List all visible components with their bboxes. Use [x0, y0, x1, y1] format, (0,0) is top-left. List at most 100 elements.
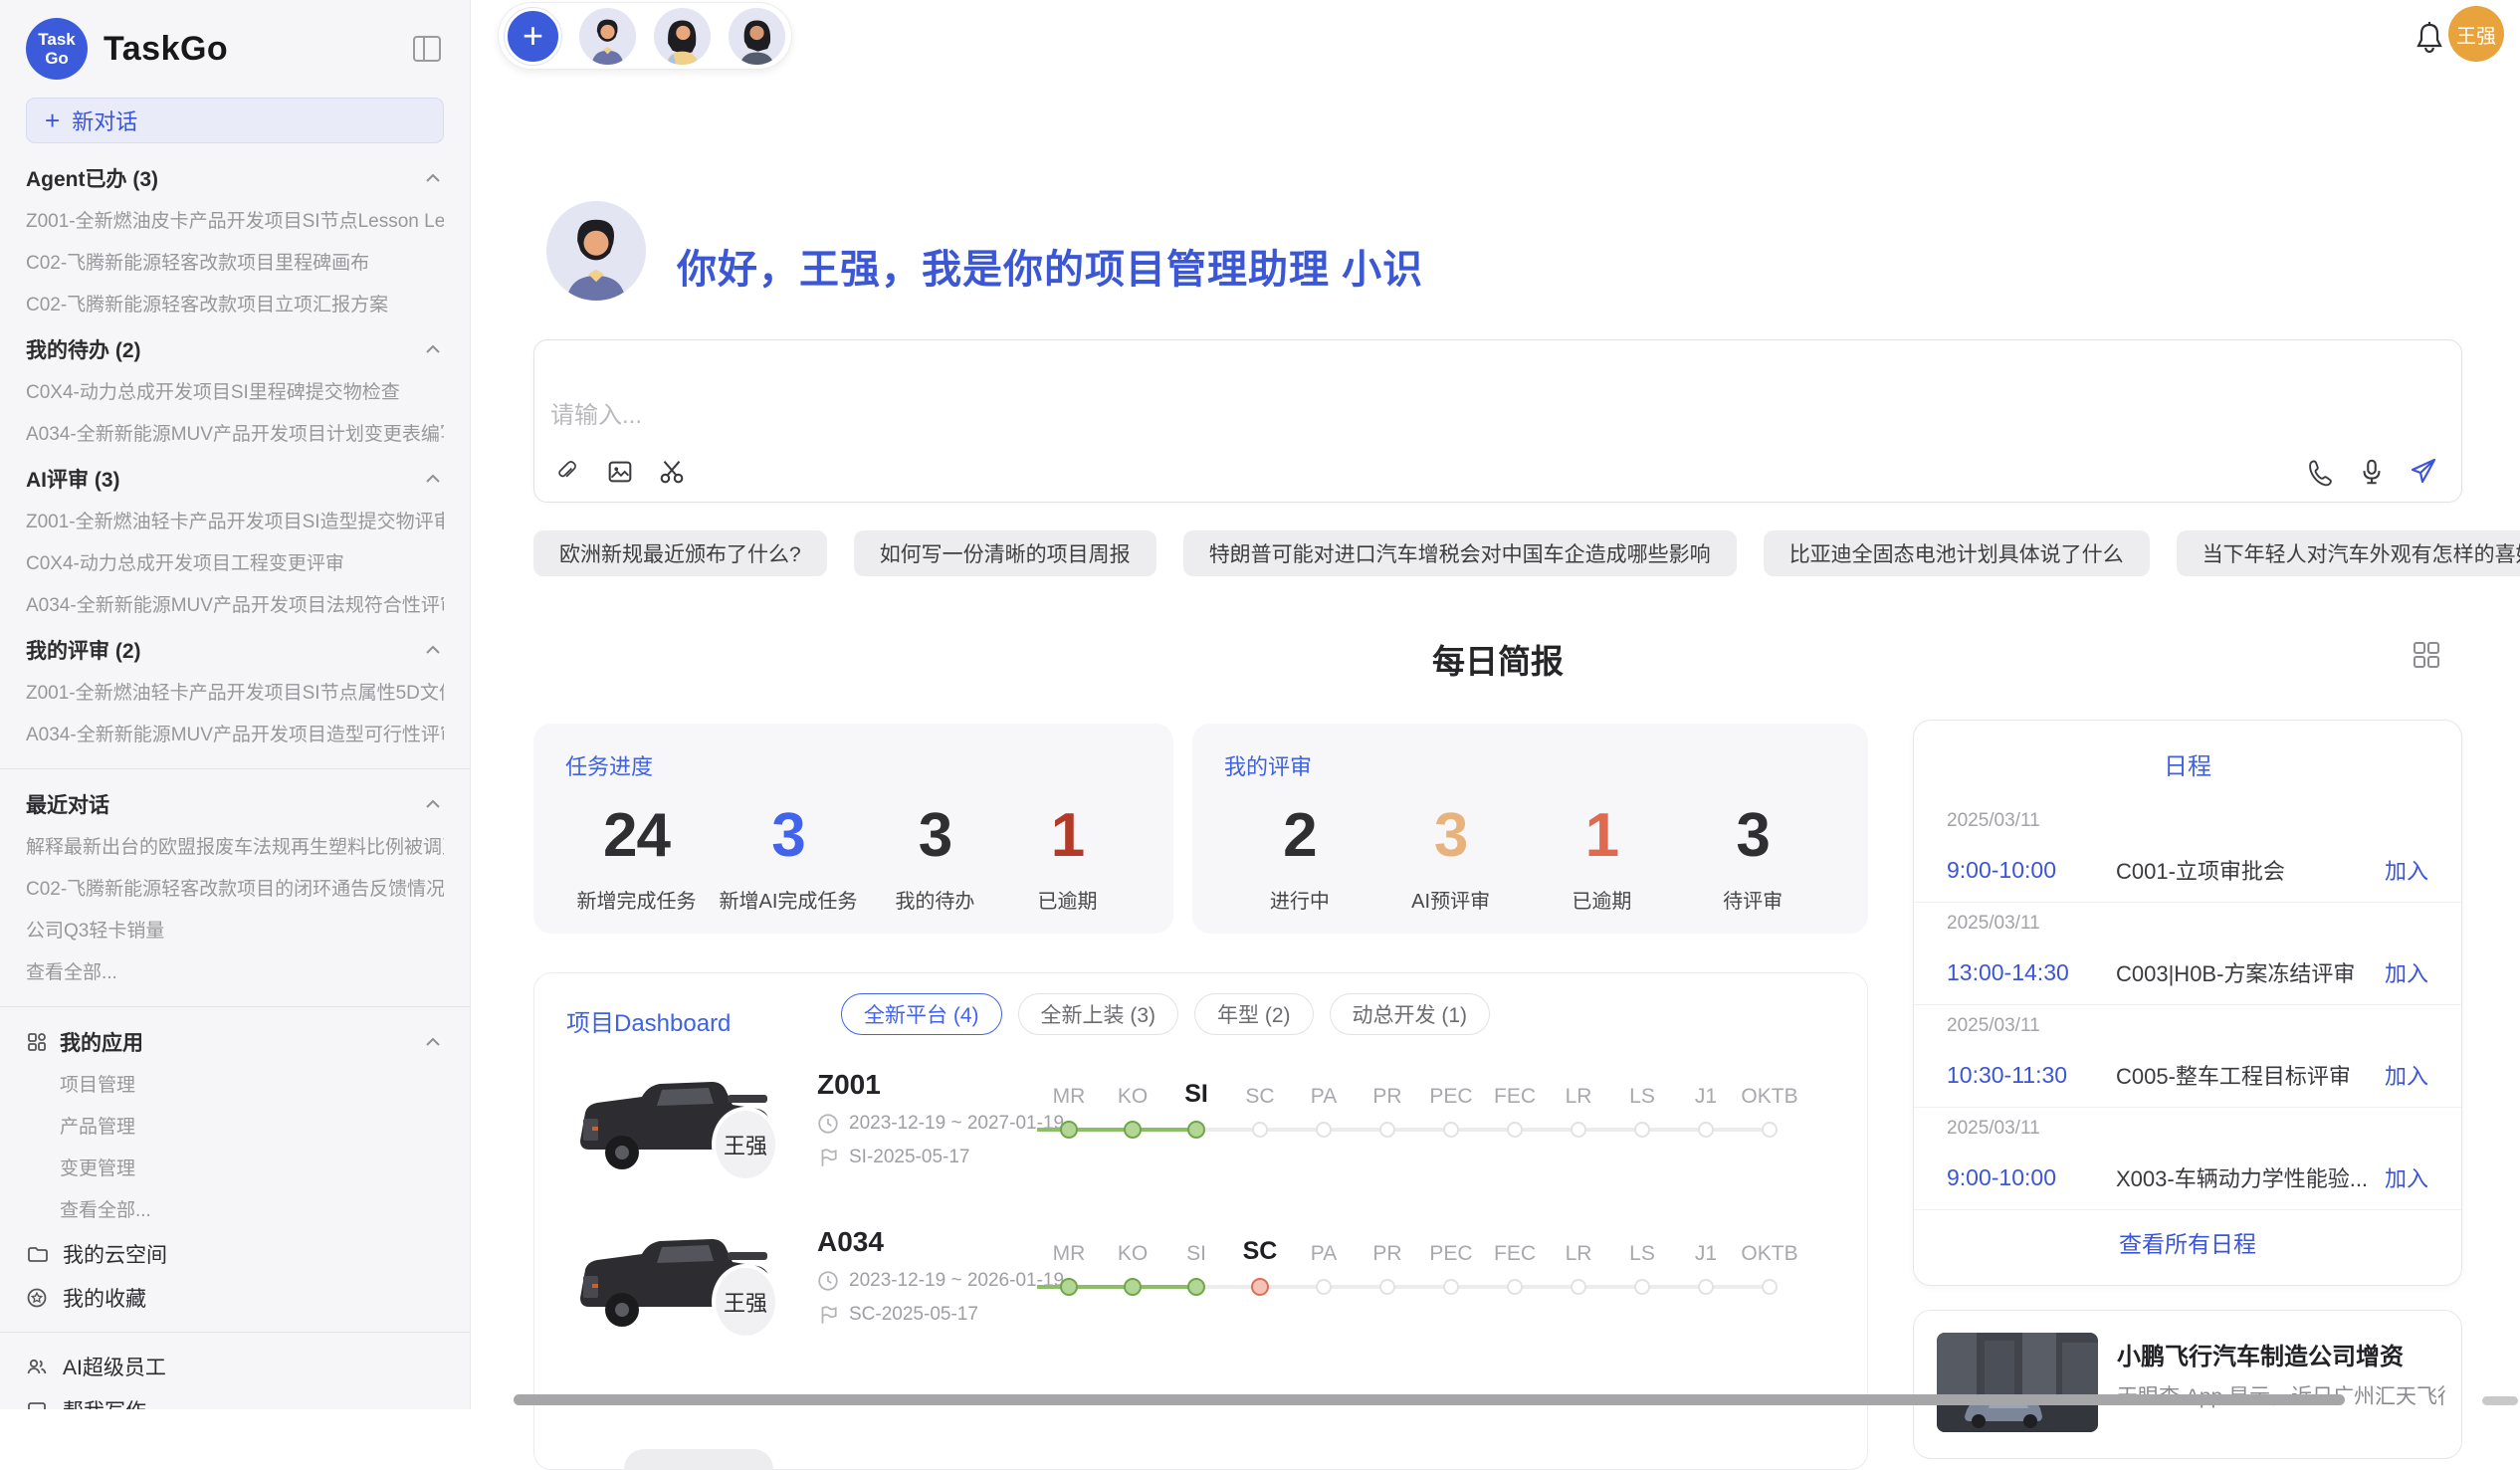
sidebar-item[interactable]: Z001-全新燃油轻卡产品开发项目SI造型提交物评审 — [26, 502, 444, 543]
schedule-item[interactable]: 2025/03/11 9:00-10:00 X003-车辆动力学性能验... 加… — [1914, 1108, 2461, 1210]
milestone-label: SC — [1243, 1226, 1278, 1266]
suggestion-chip[interactable]: 欧洲新规最近颁布了什么? — [533, 530, 827, 576]
milestone: OKTB — [1738, 1226, 1801, 1300]
milestone-label: SC — [1245, 1069, 1274, 1109]
dashboard-tab[interactable]: 全新平台 (4) — [841, 993, 1002, 1035]
plus-icon: + — [523, 15, 543, 57]
section-title: 我的评审 (2) — [26, 635, 141, 665]
stat-value: 3 — [1396, 801, 1506, 871]
sidebar-item[interactable]: C02-飞腾新能源轻客改款项目里程碑画布 — [26, 243, 444, 285]
section-agent-done[interactable]: Agent已办 (3) — [26, 155, 444, 201]
chevron-up-icon[interactable] — [422, 639, 444, 661]
panel-collapse-icon[interactable] — [412, 34, 442, 64]
schedule-item[interactable]: 2025/03/11 13:00-14:30 C003|H0B-方案冻结评审 加… — [1914, 903, 2461, 1005]
sidebar-item-ai-employee[interactable]: AI超级员工 — [26, 1345, 444, 1388]
milestone-dot — [1187, 1121, 1205, 1139]
new-chat-button[interactable]: + 新对话 — [26, 98, 444, 143]
view-all-schedule-link[interactable]: 查看所有日程 — [1914, 1225, 2461, 1259]
stat-value: 1 — [1012, 801, 1122, 871]
horizontal-scrollbar[interactable] — [514, 1394, 2345, 1405]
divider — [0, 768, 470, 769]
milestone: J1 — [1674, 1226, 1738, 1300]
suggestion-chip[interactable]: 特朗普可能对进口汽车增税会对中国车企造成哪些影响 — [1183, 530, 1737, 576]
sidebar-app-item[interactable]: 查看全部... — [26, 1190, 444, 1232]
schedule-item[interactable]: 2025/03/11 10:30-11:30 C005-整车工程目标评审 加入 — [1914, 1005, 2461, 1108]
sidebar-item[interactable]: A034-全新新能源MUV产品开发项目法规符合性评审 — [26, 585, 444, 627]
chat-input[interactable] — [550, 402, 1944, 430]
milestone-dot — [1571, 1122, 1586, 1138]
milestone: PA — [1292, 1069, 1356, 1143]
milestone-label: PR — [1372, 1069, 1401, 1109]
chevron-up-icon[interactable] — [422, 468, 444, 490]
send-icon[interactable] — [2408, 456, 2439, 488]
join-link[interactable]: 加入 — [2385, 1059, 2428, 1091]
microphone-icon[interactable] — [2356, 456, 2388, 488]
join-link[interactable]: 加入 — [2385, 1161, 2428, 1193]
chevron-up-icon[interactable] — [422, 793, 444, 815]
user-avatar[interactable]: 王强 — [2448, 6, 2504, 62]
sidebar-item[interactable]: C0X4-动力总成开发项目工程变更评审 — [26, 543, 444, 585]
chevron-up-icon[interactable] — [422, 1031, 444, 1053]
sidebar-item[interactable]: 查看全部... — [26, 952, 444, 994]
avatar[interactable] — [654, 8, 711, 65]
sidebar-item[interactable]: Z001-全新燃油皮卡产品开发项目SI节点Lesson Learn报告 — [26, 201, 444, 243]
avatar[interactable] — [729, 8, 785, 65]
join-link[interactable]: 加入 — [2385, 956, 2428, 988]
sidebar-app-item[interactable]: 变更管理 — [26, 1149, 444, 1190]
schedule-item[interactable]: 2025/03/11 9:00-10:00 C001-立项审批会 加入 — [1914, 800, 2461, 903]
milestone-dot — [1316, 1122, 1332, 1138]
sidebar-item[interactable]: C0X4-动力总成开发项目SI里程碑提交物检查 — [26, 372, 444, 414]
news-card[interactable]: 小鹏飞行汽车制造公司增资 天眼查 App 显示，近日广州汇天飞行汽 — [1913, 1310, 2462, 1459]
milestone-dot — [1379, 1122, 1395, 1138]
suggestion-chip[interactable]: 如何写一份清晰的项目周报 — [854, 530, 1156, 576]
layout-grid-icon[interactable] — [2411, 639, 2442, 671]
section-my-apps[interactable]: 我的应用 — [26, 1019, 444, 1065]
section-my-review[interactable]: 我的评审 (2) — [26, 627, 444, 673]
sidebar-item[interactable]: Z001-全新燃油轻卡产品开发项目SI节点属性5D文件评审 — [26, 673, 444, 715]
project-row[interactable]: 王强 Z001 2023-12-19 ~ 2027-01-19 SI-2025-… — [534, 1061, 1867, 1220]
milestone: FEC — [1483, 1226, 1547, 1300]
sidebar-app-item[interactable]: 项目管理 — [26, 1065, 444, 1107]
scissors-icon[interactable] — [656, 456, 688, 488]
task-progress-card: 任务进度 24 新增完成任务 3 新增AI完成任务 3 我的待办 1 已逾期 — [533, 724, 1173, 934]
add-conversation-button[interactable]: + — [505, 8, 561, 65]
sidebar: Task Go TaskGo + 新对话 Agent已办 (3) Z001-全新… — [0, 0, 471, 1409]
chevron-up-icon[interactable] — [422, 338, 444, 360]
project-flag-milestone: SI-2025-05-17 — [817, 1147, 969, 1168]
sidebar-item[interactable]: A034-全新新能源MUV产品开发项目造型可行性评审 — [26, 715, 444, 756]
suggestion-chip[interactable]: 当下年轻人对汽车外观有怎样的喜好趋势 — [2177, 530, 2520, 576]
sidebar-item-favorites[interactable]: 我的收藏 — [26, 1276, 444, 1320]
dashboard-tab[interactable]: 全新上装 (3) — [1018, 993, 1179, 1035]
sidebar-item[interactable]: C02-飞腾新能源轻客改款项目立项汇报方案 — [26, 285, 444, 326]
sidebar-item-writing-helper[interactable]: 帮我写作 — [26, 1388, 444, 1409]
sidebar-item[interactable]: 公司Q3轻卡销量 — [26, 911, 444, 952]
milestone-label: LS — [1629, 1069, 1655, 1109]
sidebar-app-item[interactable]: 产品管理 — [26, 1107, 444, 1149]
milestone: PR — [1356, 1226, 1419, 1300]
suggestion-chip[interactable]: 比亚迪全固态电池计划具体说了什么 — [1764, 530, 2150, 576]
project-row[interactable]: 王强 A034 2023-12-19 ~ 2026-01-19 SC-2025-… — [534, 1218, 1867, 1377]
truck-image: 王强 — [562, 1061, 791, 1190]
grid-icon — [26, 1031, 48, 1053]
voice-call-icon[interactable] — [2304, 456, 2336, 488]
image-upload-icon[interactable] — [604, 456, 636, 488]
sidebar-item[interactable]: A034-全新新能源MUV产品开发项目计划变更表编写 — [26, 414, 444, 456]
dashboard-tab[interactable]: 动总开发 (1) — [1330, 993, 1491, 1035]
dashboard-tab[interactable]: 年型 (2) — [1194, 993, 1314, 1035]
milestone-label: PEC — [1429, 1226, 1472, 1266]
attachment-icon[interactable] — [552, 456, 584, 488]
avatar[interactable] — [579, 8, 636, 65]
section-ai-review[interactable]: AI评审 (3) — [26, 456, 444, 502]
join-link[interactable]: 加入 — [2385, 854, 2428, 886]
sidebar-item[interactable]: 解释最新出台的欧盟报废车法规再生塑料比例被调至15%... — [26, 827, 444, 869]
schedule-date: 2025/03/11 — [1947, 913, 2428, 935]
milestone: MR — [1037, 1069, 1101, 1143]
stat: 24 新增完成任务 — [577, 801, 697, 914]
milestone-dot — [1507, 1279, 1523, 1295]
section-recent-chats[interactable]: 最近对话 — [26, 781, 444, 827]
section-todo[interactable]: 我的待办 (2) — [26, 326, 444, 372]
chevron-up-icon[interactable] — [422, 167, 444, 189]
sidebar-item[interactable]: C02-飞腾新能源轻客改款项目的闭环通告反馈情况 — [26, 869, 444, 911]
sidebar-item-cloud-space[interactable]: 我的云空间 — [26, 1232, 444, 1276]
notification-bell-icon[interactable] — [2413, 20, 2446, 56]
